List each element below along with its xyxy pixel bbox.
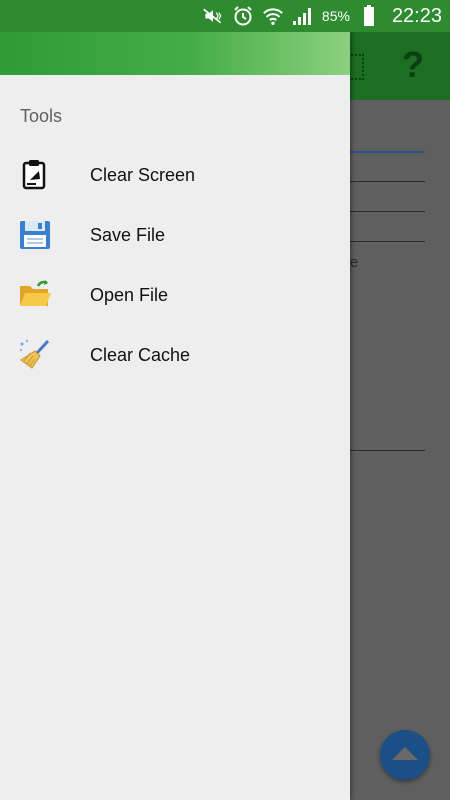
- broom-icon: [18, 338, 52, 372]
- divider: [350, 211, 425, 212]
- clipboard-icon: [18, 158, 52, 192]
- divider: [350, 241, 425, 242]
- drawer-header: [0, 32, 350, 75]
- menu-item-clear-cache[interactable]: Clear Cache: [0, 325, 350, 385]
- menu-item-label: Save File: [90, 224, 166, 245]
- partial-text: e: [350, 254, 359, 271]
- screen: 85% 22:23 ? e Tools Clear Screen Save Fi…: [0, 0, 450, 800]
- menu-item-open-file[interactable]: Open File: [0, 265, 350, 325]
- mute-vibrate-icon: [202, 5, 224, 27]
- menu-item-save-file[interactable]: Save File: [0, 205, 350, 265]
- open-folder-icon: [18, 278, 52, 312]
- status-bar: 85% 22:23: [0, 0, 450, 32]
- divider: [350, 181, 425, 182]
- menu-item-clear-screen[interactable]: Clear Screen: [0, 145, 350, 205]
- signal-icon: [292, 5, 314, 27]
- wifi-icon: [262, 5, 284, 27]
- scroll-up-button[interactable]: [380, 730, 430, 780]
- divider: [350, 450, 425, 451]
- floppy-disk-icon: [18, 218, 52, 252]
- clock: 22:23: [391, 4, 442, 27]
- status-icons: 85% 22:23: [202, 0, 442, 32]
- menu-item-label: Clear Cache: [90, 344, 191, 365]
- arrow-up-icon: [392, 746, 418, 760]
- battery-icon: [358, 5, 380, 27]
- menu-item-label: Open File: [90, 284, 169, 305]
- section-label-tools: Tools: [20, 106, 63, 126]
- navigation-drawer: Tools Clear Screen Save File Open File C…: [0, 32, 350, 800]
- help-icon[interactable]: ?: [402, 44, 424, 86]
- battery-percent: 85%: [321, 8, 350, 24]
- alarm-clock-icon: [232, 5, 254, 27]
- input-underline: [350, 151, 425, 153]
- menu-item-label: Clear Screen: [90, 164, 196, 185]
